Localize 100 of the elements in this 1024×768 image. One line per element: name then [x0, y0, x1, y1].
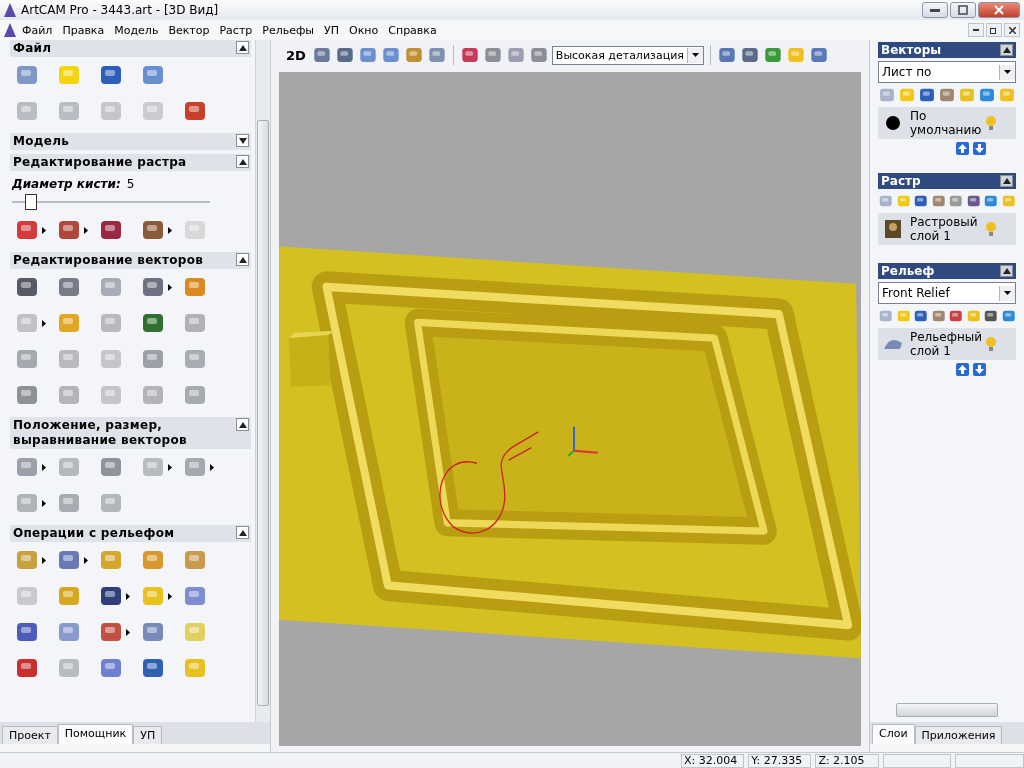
tool-icon[interactable] [334, 45, 355, 65]
caret-icon[interactable] [42, 463, 46, 471]
panel-tab[interactable]: Проект [2, 726, 58, 744]
caret-icon [691, 53, 699, 57]
visibility-bulb-icon[interactable] [984, 115, 998, 131]
visibility-bulb-icon[interactable] [984, 336, 998, 352]
close-icon [994, 5, 1004, 15]
coordinate-field: X: 32.004 [681, 754, 745, 768]
caret-icon[interactable] [126, 592, 130, 600]
minimize-button[interactable] [922, 2, 948, 18]
menu-item[interactable]: Рельефы [257, 23, 320, 37]
tool-icon[interactable] [716, 45, 737, 65]
section-header[interactable]: Редактирование векторов [10, 252, 251, 269]
tool-icon[interactable] [808, 45, 829, 65]
section-title: Редактирование векторов [13, 253, 205, 268]
panel-header[interactable]: Рельеф [878, 263, 1016, 279]
expand-button[interactable] [236, 134, 249, 147]
caret-icon[interactable] [84, 226, 88, 234]
menu-item[interactable]: Окно [344, 23, 384, 37]
mode-2d-button[interactable]: 2D [283, 47, 309, 63]
triangle-icon [238, 137, 247, 144]
triangle-icon [1002, 47, 1011, 53]
close-button[interactable] [978, 2, 1020, 18]
caret-icon[interactable] [42, 226, 46, 234]
restore-button[interactable] [986, 23, 1002, 37]
triangle-icon [238, 529, 247, 536]
menu-item[interactable]: Справка [383, 23, 442, 37]
move-down-icon[interactable] [973, 142, 986, 155]
triangle-icon [238, 421, 247, 428]
triangle-icon [238, 44, 247, 51]
section-header[interactable]: Операции с рельефом [10, 525, 251, 542]
restore-button[interactable] [950, 2, 976, 18]
caret-icon[interactable] [168, 592, 172, 600]
caret-icon[interactable] [84, 556, 88, 564]
caret-icon[interactable] [168, 463, 172, 471]
caret-icon[interactable] [42, 556, 46, 564]
app-logo-icon [3, 22, 17, 38]
visibility-bulb-icon[interactable] [984, 221, 998, 237]
caret-icon[interactable] [126, 628, 130, 636]
minimize-icon [930, 8, 940, 12]
caret-icon[interactable] [210, 463, 214, 471]
minimize-button[interactable] [968, 23, 984, 37]
section-header[interactable]: Файл [10, 40, 251, 57]
move-down-icon[interactable] [973, 363, 986, 376]
layer-item[interactable]: По умолчанию [878, 107, 1016, 139]
tool-icon[interactable] [739, 45, 760, 65]
section-header[interactable]: Редактирование растра [10, 154, 251, 171]
menu-item[interactable]: Модель [109, 23, 164, 37]
menu-item[interactable]: УП [319, 23, 345, 37]
section-header[interactable]: Модель [10, 133, 251, 150]
close-button[interactable] [1004, 23, 1020, 37]
collapse-button[interactable] [1000, 175, 1013, 187]
restore-icon [990, 26, 998, 34]
panel-tab[interactable]: Приложения [914, 726, 1003, 744]
layer-dropdown[interactable]: Front Relief [878, 282, 1016, 304]
section-title: Файл [13, 41, 53, 56]
section-title: Положение, размер, выравнивание векторов [13, 418, 188, 448]
collapse-button[interactable] [236, 41, 249, 54]
tool-icon[interactable] [918, 86, 936, 104]
tool-icon[interactable] [459, 45, 480, 65]
menu-item[interactable]: Правка [57, 23, 110, 37]
caret-icon[interactable] [42, 319, 46, 327]
panel-tab[interactable]: УП [133, 726, 163, 744]
collapse-button[interactable] [236, 418, 249, 431]
section-header[interactable]: Положение, размер, выравнивание векторов [10, 417, 251, 449]
layer-dropdown[interactable]: Лист по [878, 61, 1016, 83]
layer-item[interactable]: Растровый слой 1 [878, 213, 1016, 245]
layer-item[interactable]: Рельефный слой 1 [878, 328, 1016, 360]
section-title: Редактирование растра [13, 155, 188, 170]
panel-title: Растр [881, 174, 922, 188]
menu-item[interactable]: Растр [214, 23, 258, 37]
collapse-button[interactable] [236, 526, 249, 539]
detail-dropdown[interactable]: Высокая детализация [551, 45, 704, 65]
collapse-button[interactable] [236, 155, 249, 168]
section-title: Модель [13, 134, 71, 149]
move-up-icon[interactable] [956, 142, 969, 155]
brush-label: Диаметр кисти: [12, 177, 121, 191]
restore-icon [958, 5, 968, 15]
brush-value: 5 [126, 177, 135, 191]
coordinate-field: Y: 27.335 [748, 754, 812, 768]
collapse-button[interactable] [1000, 44, 1013, 56]
collapse-button[interactable] [236, 253, 249, 266]
slider-thumb[interactable] [25, 194, 38, 210]
caret-icon[interactable] [168, 283, 172, 291]
caret-icon [1004, 70, 1011, 74]
menu-item[interactable]: Вектор [163, 23, 215, 37]
menu-item[interactable]: Файл [17, 23, 58, 37]
collapse-button[interactable] [1000, 265, 1013, 277]
panel-tab[interactable]: Слои [872, 724, 915, 744]
panel-title: Рельеф [881, 264, 936, 278]
axes-icon [567, 426, 598, 457]
caret-icon[interactable] [42, 499, 46, 507]
panel-header[interactable]: Растр [878, 173, 1016, 189]
panel-header[interactable]: Векторы [878, 42, 1016, 58]
move-up-icon[interactable] [956, 363, 969, 376]
3d-viewport[interactable] [279, 72, 861, 746]
tool-icon[interactable] [311, 45, 332, 65]
scrollbar[interactable] [255, 40, 270, 722]
panel-tab[interactable]: Помощник [57, 724, 134, 744]
caret-icon[interactable] [168, 226, 172, 234]
